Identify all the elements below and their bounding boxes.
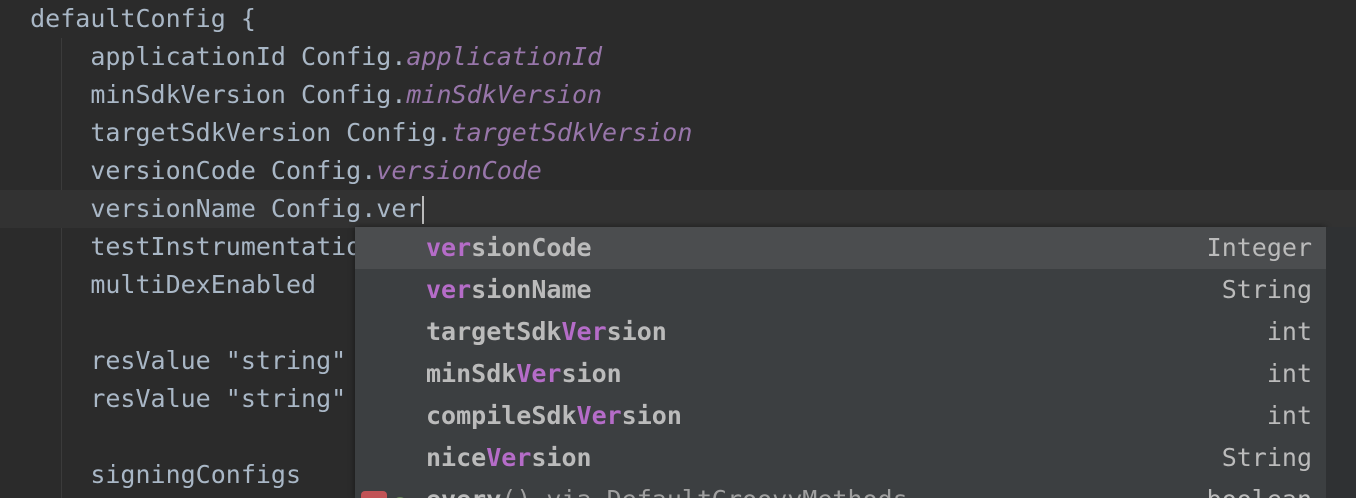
config-field: applicationId	[406, 42, 603, 71]
completion-item[interactable]: targetSdkVersion int	[355, 311, 1326, 353]
code-line[interactable]: targetSdkVersion Config.targetSdkVersion	[0, 114, 1356, 152]
current-code-line[interactable]: versionName Config.ver	[0, 190, 1356, 228]
completion-item[interactable]: m every() via DefaultGroovyMethods boole…	[355, 479, 1326, 498]
rest-text: sion	[621, 401, 682, 430]
completion-type: String	[1221, 275, 1312, 304]
match-text: Ver	[576, 401, 622, 430]
code-text: applicationId Config.	[90, 42, 407, 71]
completion-name: niceVersion	[426, 437, 592, 479]
match-text: Ver	[486, 443, 532, 472]
match-text: Ver	[561, 317, 607, 346]
code-line[interactable]: versionCode Config.versionCode	[0, 152, 1356, 190]
rest-text: ()	[501, 485, 531, 498]
match-text: every	[426, 485, 501, 498]
match-text: ver	[426, 233, 472, 262]
config-field: targetSdkVersion	[451, 118, 693, 147]
code-line[interactable]: applicationId Config.applicationId	[0, 38, 1356, 76]
completion-type: boolean	[1207, 479, 1312, 498]
completion-type: String	[1221, 443, 1312, 472]
completion-item[interactable]: minSdkVersion int	[355, 353, 1326, 395]
code-text: testInstrumentation	[90, 232, 377, 261]
code-text: targetSdkVersion Config.	[90, 118, 452, 147]
code-text: signingConfigs	[90, 460, 302, 489]
completion-item[interactable]: versionCode Integer	[355, 227, 1326, 269]
code-line[interactable]: minSdkVersion Config.minSdkVersion	[0, 76, 1356, 114]
prefix-text: targetSdk	[426, 317, 562, 346]
prefix-text: nice	[426, 443, 487, 472]
completion-item[interactable]: versionName String	[355, 269, 1326, 311]
match-text: ver	[426, 275, 472, 304]
code-text: minSdkVersion Config.	[90, 80, 407, 109]
code-text: resValue "string"	[90, 346, 347, 375]
method-icon: m	[361, 491, 387, 498]
completion-name: versionName	[426, 269, 592, 311]
completion-type: int	[1266, 317, 1312, 346]
completion-name: compileSdkVersion	[426, 395, 682, 437]
completion-name: targetSdkVersion	[426, 311, 667, 353]
match-text: Ver	[516, 359, 562, 388]
code-text: versionCode Config.	[90, 156, 377, 185]
code-text: resValue "string"	[90, 384, 347, 413]
code-text: versionName Config.ver	[90, 194, 422, 223]
code-text: defaultConfig {	[30, 4, 256, 33]
rest-text: sion	[531, 443, 592, 472]
completion-item[interactable]: compileSdkVersion int	[355, 395, 1326, 437]
popup-scrollbar[interactable]	[1326, 227, 1356, 498]
completion-type: int	[1266, 401, 1312, 430]
rest-text: sionName	[471, 275, 592, 304]
config-field: minSdkVersion	[406, 80, 603, 109]
config-field: versionCode	[376, 156, 542, 185]
completion-type: int	[1266, 359, 1312, 388]
completion-type: Integer	[1206, 233, 1312, 262]
completion-item[interactable]: niceVersion String	[355, 437, 1326, 479]
source-text: via DefaultGroovyMethods	[531, 485, 907, 498]
completion-name: versionCode	[426, 227, 592, 269]
prefix-text: minSdk	[426, 359, 517, 388]
text-caret	[422, 196, 425, 224]
prefix-text: compileSdk	[426, 401, 577, 430]
completion-name: minSdkVersion	[426, 353, 622, 395]
rest-text: sion	[606, 317, 667, 346]
rest-text: sionCode	[471, 233, 592, 262]
code-text: multiDexEnabled	[90, 270, 317, 299]
rest-text: sion	[561, 359, 622, 388]
completion-name: every() via DefaultGroovyMethods	[426, 479, 908, 498]
code-line[interactable]: defaultConfig {	[0, 0, 1356, 38]
completion-popup[interactable]: versionCode Integer versionName String t…	[355, 227, 1326, 498]
